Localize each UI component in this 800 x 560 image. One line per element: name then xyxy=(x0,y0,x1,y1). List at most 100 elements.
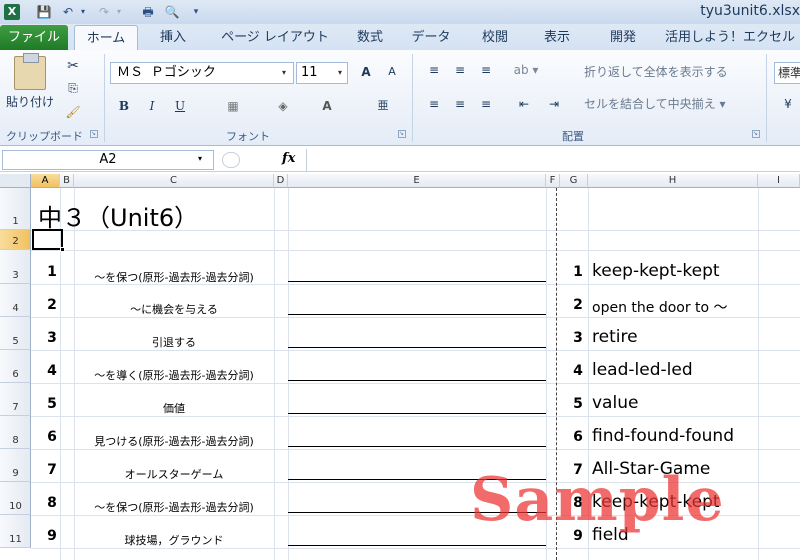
row-header-4[interactable]: 4 xyxy=(0,284,31,317)
currency-format-icon[interactable]: ¥ xyxy=(778,96,798,112)
question-prompt: 価値 xyxy=(163,402,185,415)
column-header-d[interactable]: D xyxy=(274,174,288,188)
align-right-icon[interactable]: ≡ xyxy=(476,96,496,112)
wrap-text-button[interactable]: 折り返して全体を表示する xyxy=(584,64,762,80)
align-center-icon[interactable]: ≡ xyxy=(450,96,470,112)
row-header-5[interactable]: 5 xyxy=(0,317,31,350)
row-number: 1 xyxy=(12,216,19,227)
row-header-11[interactable]: 11 xyxy=(0,515,31,548)
answer-text: lead-led-led xyxy=(592,360,693,380)
align-middle-icon[interactable]: ≡ xyxy=(450,62,470,78)
row-header-2[interactable]: 2 xyxy=(0,230,31,250)
font-color-icon[interactable]: A xyxy=(316,98,338,114)
column-header-b[interactable]: B xyxy=(60,174,74,188)
increase-indent-icon[interactable]: ⇥ xyxy=(544,96,564,112)
question-number: 5 xyxy=(47,396,57,412)
column-header-g[interactable]: G xyxy=(560,174,588,188)
excel-app-icon[interactable]: X xyxy=(4,4,20,20)
question-number: 2 xyxy=(47,297,57,313)
question-prompt: 球技場，グラウンド xyxy=(124,534,224,547)
fill-handle[interactable] xyxy=(60,247,65,252)
merge-and-center-button[interactable]: セルを結合して中央揃え ▾ xyxy=(584,96,764,112)
row-header-8[interactable]: 8 xyxy=(0,416,31,449)
question-prompt: 引退する xyxy=(152,336,196,349)
decrease-font-size-icon[interactable]: A xyxy=(382,64,402,80)
paste-icon[interactable] xyxy=(14,53,46,90)
name-box-dropdown-icon[interactable]: ▾ xyxy=(198,154,202,163)
insert-function-icon[interactable]: fx xyxy=(282,151,295,166)
row-header-6[interactable]: 6 xyxy=(0,350,31,383)
number-format-select[interactable]: 標準 xyxy=(774,62,800,84)
select-all-corner[interactable] xyxy=(0,174,31,188)
tab-formulas[interactable]: 数式 xyxy=(350,25,390,50)
print-icon[interactable]: 🖶 xyxy=(140,4,156,20)
row-header-10[interactable]: 10 xyxy=(0,482,31,515)
tab-developer[interactable]: 開発 xyxy=(598,25,648,50)
tab-data[interactable]: データ xyxy=(406,25,456,50)
name-box[interactable]: A2 xyxy=(2,150,214,170)
active-cell-a2[interactable] xyxy=(32,229,63,250)
tab-home[interactable]: ホーム xyxy=(74,25,138,50)
redo-dropdown-icon[interactable]: ▾ xyxy=(114,4,124,20)
fill-color-icon[interactable]: ◈ xyxy=(272,98,294,114)
orientation-icon[interactable]: ab ▾ xyxy=(510,62,542,78)
redo-icon[interactable]: ↷ xyxy=(96,4,112,20)
save-icon[interactable]: 💾 xyxy=(36,4,52,20)
gridline xyxy=(31,416,800,417)
cut-icon[interactable]: ✂ xyxy=(64,58,82,74)
sample-watermark: Sample xyxy=(470,465,725,535)
column-header-f[interactable]: F xyxy=(546,174,560,188)
question-prompt: 見つける(原形-過去形-過去分詞) xyxy=(94,435,254,448)
borders-icon[interactable]: ▦ xyxy=(222,98,244,114)
sheet-title-cell[interactable]: 中３（Unit6） xyxy=(38,198,198,233)
format-painter-icon[interactable]: 🖌 xyxy=(64,104,82,120)
row-number: 9 xyxy=(12,468,19,479)
align-left-icon[interactable]: ≡ xyxy=(424,96,444,112)
copy-icon[interactable]: ⎘ xyxy=(64,80,82,96)
align-bottom-icon[interactable]: ≡ xyxy=(476,62,496,78)
underline-icon[interactable]: U xyxy=(170,98,190,114)
font-name-dropdown-icon[interactable]: ▾ xyxy=(282,68,286,77)
question-prompt: ～を導く(原形-過去形-過去分詞) xyxy=(94,369,254,382)
undo-icon[interactable]: ↶ xyxy=(60,4,76,20)
tab-file[interactable]: ファイル xyxy=(0,25,68,50)
font-size-dropdown-icon[interactable]: ▾ xyxy=(338,68,342,77)
row-number: 7 xyxy=(12,402,19,413)
tab-insert[interactable]: 挿入 xyxy=(150,25,196,50)
formula-cancel-icon[interactable] xyxy=(222,152,240,168)
print-preview-icon[interactable]: 🔍 xyxy=(164,4,180,20)
row-header-3[interactable]: 3 xyxy=(0,250,31,284)
undo-dropdown-icon[interactable]: ▾ xyxy=(78,4,88,20)
align-top-icon[interactable]: ≡ xyxy=(424,62,444,78)
formula-bar: A2 ▾ fx xyxy=(0,148,800,172)
tab-page-layout[interactable]: ページ レイアウト xyxy=(212,25,338,50)
column-header-c[interactable]: C xyxy=(74,174,274,188)
row-header-7[interactable]: 7 xyxy=(0,383,31,416)
column-header-e[interactable]: E xyxy=(288,174,546,188)
question-prompt: ～を保つ(原形-過去形-過去分詞) xyxy=(94,271,254,284)
column-header-h[interactable]: H xyxy=(588,174,758,188)
tab-review[interactable]: 校閲 xyxy=(470,25,520,50)
font-launcher-icon[interactable]: ↘ xyxy=(398,130,406,138)
tab-view[interactable]: 表示 xyxy=(532,25,582,50)
row-header-1[interactable]: 1 xyxy=(0,188,31,230)
alignment-launcher-icon[interactable]: ↘ xyxy=(752,130,760,138)
question-number: 1 xyxy=(47,264,57,280)
decrease-indent-icon[interactable]: ⇤ xyxy=(514,96,534,112)
phonetic-guide-icon[interactable]: 亜 xyxy=(372,98,394,114)
tab-excel-tips[interactable]: 活用しよう！エクセル xyxy=(660,25,800,50)
column-header-i[interactable]: I xyxy=(758,174,800,188)
answer-blank-line xyxy=(288,347,546,348)
customize-quick-access-icon[interactable]: ▾ xyxy=(190,4,202,20)
row-header-9[interactable]: 9 xyxy=(0,449,31,482)
clipboard-launcher-icon[interactable]: ↘ xyxy=(90,130,98,138)
paste-button-label[interactable]: 貼り付け xyxy=(6,94,62,110)
formula-input[interactable] xyxy=(306,149,800,171)
answer-number: 6 xyxy=(573,429,583,445)
font-name-select[interactable]: ＭＳ Ｐゴシック xyxy=(110,62,294,84)
increase-font-size-icon[interactable]: A xyxy=(356,64,376,80)
row-number: 4 xyxy=(12,303,19,314)
column-header-a[interactable]: A xyxy=(31,174,60,188)
bold-icon[interactable]: B xyxy=(114,98,134,114)
italic-icon[interactable]: I xyxy=(142,98,162,114)
